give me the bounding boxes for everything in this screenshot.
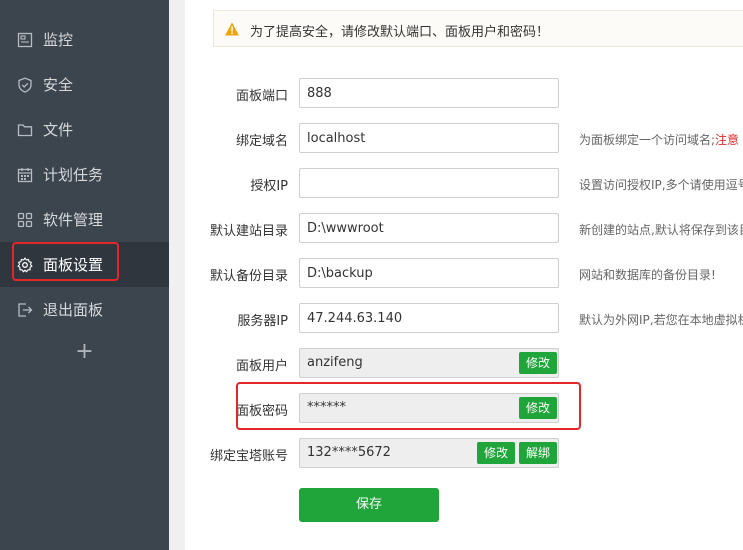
row-auth-ip: 授权IP 设置访问授权IP,多个请使用逗号 <box>185 168 743 198</box>
domain-label: 绑定域名 <box>235 134 288 149</box>
row-panel-port: 面板端口 <box>185 78 743 108</box>
backup-dir-hint: 网站和数据库的备份目录! <box>579 268 716 282</box>
sidebar-item-label: 安全 <box>43 76 74 94</box>
monitor-icon <box>17 32 33 47</box>
row-bt-account: 绑定宝塔账号 132****5672 修改 解绑 <box>185 438 743 468</box>
row-panel-user: 面板用户 anzifeng 修改 <box>185 348 743 378</box>
warning-icon <box>225 22 239 36</box>
backup-dir-label: 默认备份目录 <box>209 269 288 284</box>
sidebar-item-cron[interactable]: 计划任务 <box>0 152 169 197</box>
server-ip-input[interactable] <box>299 303 559 333</box>
domain-hint-text: 为面板绑定一个访问域名; <box>579 133 716 147</box>
unbind-account-button[interactable]: 解绑 <box>519 442 558 464</box>
save-button[interactable]: 保存 <box>299 488 439 522</box>
sidebar-item-monitor[interactable]: 监控 <box>0 17 169 62</box>
security-alert: 为了提高安全，请修改默认端口、面板用户和密码！ <box>213 10 743 47</box>
highlight-box-password <box>236 382 581 430</box>
folder-icon <box>17 123 33 136</box>
sidebar-item-label: 文件 <box>43 121 74 139</box>
row-site-dir: 默认建站目录 新创建的站点,默认将保存到该目 <box>185 213 743 243</box>
gutter <box>169 0 185 550</box>
row-domain: 绑定域名 为面板绑定一个访问域名;注意 <box>185 123 743 153</box>
sidebar-item-security[interactable]: 安全 <box>0 62 169 107</box>
site-dir-label: 默认建站目录 <box>209 224 288 239</box>
server-ip-label: 服务器IP <box>237 314 288 329</box>
auth-ip-input[interactable] <box>299 168 559 198</box>
site-dir-input[interactable] <box>299 213 559 243</box>
sidebar-item-label: 软件管理 <box>43 211 104 229</box>
panel-port-input[interactable] <box>299 78 559 108</box>
apps-icon <box>17 212 33 227</box>
edit-account-button[interactable]: 修改 <box>477 442 516 464</box>
domain-input[interactable] <box>299 123 559 153</box>
edit-user-button[interactable]: 修改 <box>519 352 558 374</box>
auth-ip-hint: 设置访问授权IP,多个请使用逗号 <box>579 178 743 192</box>
sidebar-item-software[interactable]: 软件管理 <box>0 197 169 242</box>
site-dir-hint: 新创建的站点,默认将保存到该目 <box>579 223 743 237</box>
domain-hint: 为面板绑定一个访问域名;注意 <box>579 131 739 148</box>
panel-port-label: 面板端口 <box>235 89 288 104</box>
sidebar-item-label: 退出面板 <box>43 301 104 319</box>
row-backup-dir: 默认备份目录 网站和数据库的备份目录! <box>185 258 743 288</box>
server-ip-hint: 默认为外网IP,若您在本地虚拟机 <box>579 313 743 327</box>
sidebar-item-files[interactable]: 文件 <box>0 107 169 152</box>
bt-account-label: 绑定宝塔账号 <box>209 449 288 464</box>
domain-hint-warning[interactable]: 注意 <box>715 133 739 147</box>
alert-message: 为了提高安全，请修改默认端口、面板用户和密码！ <box>250 25 550 40</box>
sidebar-item-label: 计划任务 <box>43 166 104 184</box>
backup-dir-input[interactable] <box>299 258 559 288</box>
settings-panel: 为了提高安全，请修改默认端口、面板用户和密码！ 面板端口 绑定域名 为面板绑定一… <box>185 0 743 550</box>
row-server-ip: 服务器IP 默认为外网IP,若您在本地虚拟机 <box>185 303 743 333</box>
calendar-icon <box>17 167 33 182</box>
logout-icon <box>18 302 33 317</box>
auth-ip-label: 授权IP <box>250 179 288 194</box>
sidebar-item-logout[interactable]: 退出面板 <box>0 287 169 332</box>
shield-icon <box>18 77 32 93</box>
add-nav-button[interactable]: + <box>0 336 169 368</box>
highlight-box-settings <box>12 242 119 281</box>
sidebar-item-label: 监控 <box>43 31 74 49</box>
panel-user-label: 面板用户 <box>235 359 288 374</box>
